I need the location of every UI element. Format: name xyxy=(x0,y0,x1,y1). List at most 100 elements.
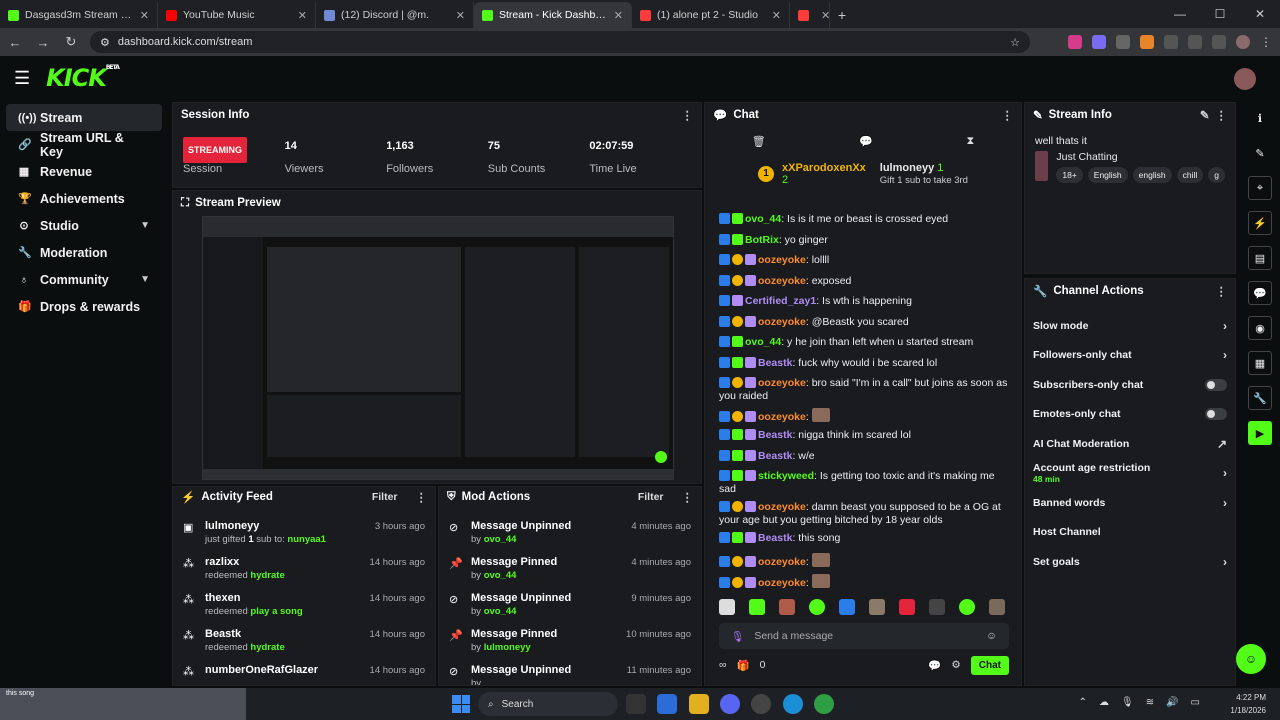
toggle-switch[interactable] xyxy=(1205,378,1227,391)
chat-username[interactable]: Beastk xyxy=(758,450,792,462)
microphone-icon[interactable]: 🎙 xyxy=(731,630,744,643)
close-tab-icon[interactable]: ✕ xyxy=(614,9,623,22)
stream-tag[interactable]: 18+ xyxy=(1056,167,1083,183)
chat-username[interactable]: oozeyoke xyxy=(758,316,806,328)
infinity-icon[interactable]: ∞ xyxy=(719,659,727,671)
chat-username[interactable]: oozeyoke xyxy=(758,577,806,589)
browser-tab[interactable]: YouTube Music ✕ xyxy=(158,2,316,28)
chat-username[interactable]: Beastk xyxy=(758,532,792,544)
stream-tag[interactable]: English xyxy=(1087,167,1128,183)
channel-action-account-age-restriction[interactable]: Account age restriction 48 min › xyxy=(1025,459,1235,489)
activity-username[interactable]: numberOneRafGlazer xyxy=(205,663,360,677)
chat-input[interactable]: 🎙 Send a message ☺ xyxy=(719,623,1009,649)
category-name[interactable]: Just Chatting xyxy=(1056,151,1225,163)
activity-username[interactable]: lulmoneyy xyxy=(205,519,365,533)
discord-icon[interactable] xyxy=(720,694,741,714)
emote-icon[interactable] xyxy=(779,599,795,615)
forward-icon[interactable]: → xyxy=(34,35,52,50)
extension-icon[interactable] xyxy=(1068,35,1082,49)
extension-icon[interactable] xyxy=(1116,35,1130,49)
chevron-down-icon[interactable]: ▼ xyxy=(140,274,150,285)
channel-action-slow-mode[interactable]: Slow mode › xyxy=(1025,311,1235,341)
activity-filter-button[interactable]: Filter xyxy=(372,491,398,503)
gift-box-icon[interactable]: 🎁 xyxy=(737,659,750,672)
layout-icon[interactable]: ▦ xyxy=(1248,351,1272,375)
windows-start-icon[interactable] xyxy=(452,695,470,713)
emote-icon[interactable] xyxy=(869,599,885,615)
chevron-right-icon[interactable]: › xyxy=(1223,555,1227,569)
emote-icon[interactable] xyxy=(749,599,765,615)
external-link-icon[interactable]: ↗ xyxy=(1217,437,1227,451)
chat-username[interactable]: oozeyoke xyxy=(758,254,806,266)
minimize-icon[interactable]: — xyxy=(1160,0,1200,28)
mic-icon[interactable]: 🎙 xyxy=(1121,697,1134,708)
sidebar-item-revenue[interactable]: ▦ Revenue xyxy=(6,158,162,185)
sidebar-item-stream-url-key[interactable]: 🔗 Stream URL & Key xyxy=(6,131,162,159)
cloud-icon[interactable]: ☁ xyxy=(1099,697,1109,708)
stream-tag[interactable]: english xyxy=(1132,167,1172,183)
explorer-icon[interactable] xyxy=(688,694,709,714)
mod-action-user[interactable]: lulmoneyy xyxy=(484,642,531,653)
trash-icon[interactable]: 🗑 xyxy=(752,135,766,148)
media-icon[interactable] xyxy=(1212,35,1226,49)
info-icon[interactable]: ℹ xyxy=(1248,106,1272,130)
channel-action-followers-only-chat[interactable]: Followers-only chat › xyxy=(1025,341,1235,371)
mod-filter-button[interactable]: Filter xyxy=(638,491,664,503)
site-info-icon[interactable]: ⚙ xyxy=(100,36,110,49)
reload-icon[interactable]: ↻ xyxy=(62,34,80,50)
activity-username[interactable]: Beastk xyxy=(205,627,360,641)
sidebar-item-stream[interactable]: ((•)) Stream xyxy=(6,104,162,131)
volume-icon[interactable]: 🔊 xyxy=(1166,697,1178,708)
emote-icon[interactable] xyxy=(929,599,945,615)
emote-icon[interactable] xyxy=(809,599,825,615)
browser-tab[interactable]: (1) alone pt 2 - Studio ✕ xyxy=(632,2,790,28)
sidebar-item-studio[interactable]: ⊙ Studio ▼ xyxy=(6,212,162,239)
emote-icon[interactable] xyxy=(719,599,735,615)
sidebar-item-achievements[interactable]: 🏆 Achievements xyxy=(6,185,162,212)
note-icon[interactable]: ▤ xyxy=(1248,246,1272,270)
emote-icon[interactable] xyxy=(899,599,915,615)
close-tab-icon[interactable]: ✕ xyxy=(298,9,307,22)
chrome-icon[interactable] xyxy=(814,694,835,714)
close-tab-icon[interactable]: ✕ xyxy=(821,9,829,22)
new-tab-icon[interactable]: + xyxy=(830,2,854,28)
sidebar-item-community[interactable]: ♁ Community ▼ xyxy=(6,266,162,293)
user-avatar[interactable] xyxy=(1234,68,1256,90)
profile-avatar-icon[interactable] xyxy=(1236,35,1250,49)
chat-messages[interactable]: ovo_44: Is is it me or beast is crossed … xyxy=(705,211,1021,591)
top-gifter-name[interactable]: xXParodoxenXx xyxy=(782,162,866,174)
emote-icon[interactable] xyxy=(989,599,1005,615)
edge-icon[interactable] xyxy=(782,694,803,714)
pen-icon[interactable]: ✎ xyxy=(1248,141,1272,165)
bookmark-star-icon[interactable]: ☆ xyxy=(1010,36,1020,49)
kebab-menu-icon[interactable]: ⋮ xyxy=(1260,35,1274,49)
channel-action-banned-words[interactable]: Banned words › xyxy=(1025,488,1235,518)
chevron-right-icon[interactable]: › xyxy=(1223,348,1227,362)
kebab-menu-icon[interactable]: ⋮ xyxy=(1002,108,1014,122)
activity-username[interactable]: thexen xyxy=(205,591,360,605)
emoji-picker-icon[interactable]: ☺ xyxy=(986,630,997,642)
send-chat-button[interactable]: Chat xyxy=(970,655,1009,675)
toggle-switch[interactable] xyxy=(1205,408,1227,421)
browser-tab[interactable]: (12) Discord | @m. ✕ xyxy=(316,2,474,28)
lightning-icon[interactable]: ⚡ xyxy=(1248,211,1272,235)
kick-logo[interactable]: KICKBETA xyxy=(46,64,120,92)
clock[interactable]: 4:22 PM 1/18/2026 xyxy=(1230,691,1266,717)
focus-icon[interactable]: ⌖ xyxy=(1248,176,1272,200)
chat-bubble-icon[interactable]: 💬 xyxy=(1248,281,1272,305)
taskbar-search[interactable]: ⌕ Search xyxy=(478,692,618,716)
mod-action-user[interactable]: ovo_44 xyxy=(484,570,517,581)
sidebar-item-moderation[interactable]: 🔧 Moderation xyxy=(6,239,162,266)
channel-action-ai-chat-moderation[interactable]: AI Chat Moderation ↗ xyxy=(1025,429,1235,459)
wifi-icon[interactable]: ≋ xyxy=(1146,697,1154,708)
kick-green-icon[interactable]: ▶ xyxy=(1248,421,1272,445)
puzzle-icon[interactable] xyxy=(1164,35,1178,49)
chat-users-icon[interactable]: 💬 xyxy=(928,659,941,672)
chat-username[interactable]: Beastk xyxy=(758,429,792,441)
maximize-icon[interactable]: ☐ xyxy=(1200,0,1240,28)
channel-action-subscribers-only-chat[interactable]: Subscribers-only chat xyxy=(1025,370,1235,400)
close-tab-icon[interactable]: ✕ xyxy=(456,9,465,22)
chevron-right-icon[interactable]: › xyxy=(1223,319,1227,333)
edit-icon[interactable]: ✎ xyxy=(1200,108,1210,122)
chat-bubble-icon[interactable]: 💬 xyxy=(859,135,873,148)
